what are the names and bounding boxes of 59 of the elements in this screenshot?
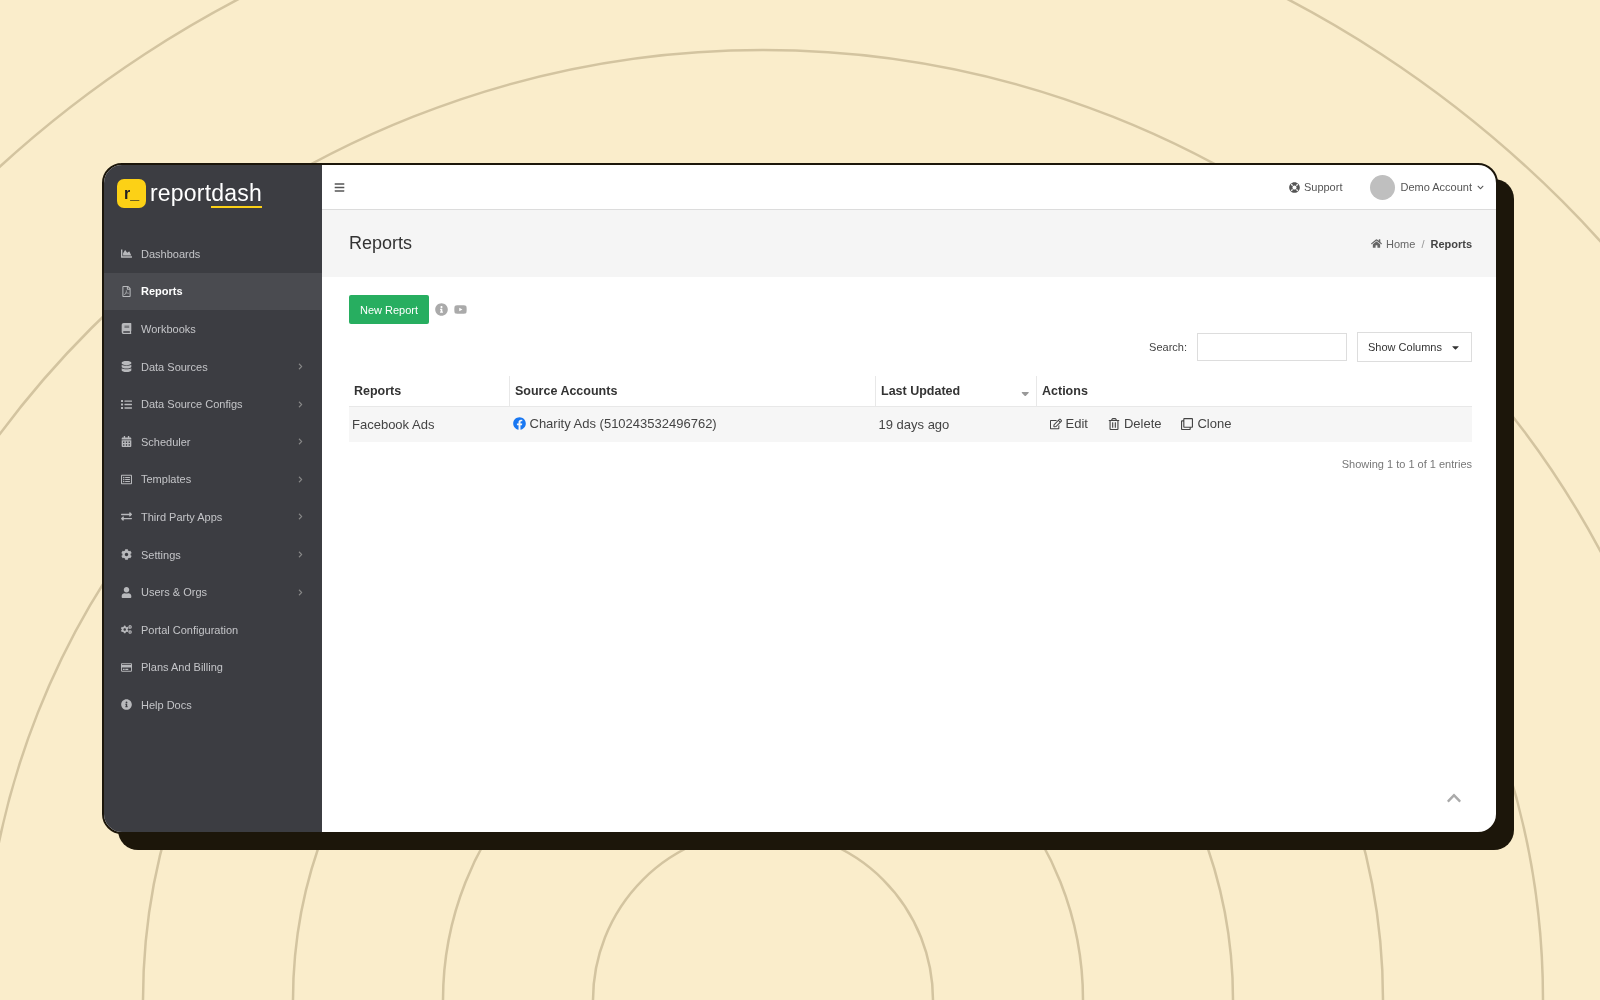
table-cell: Charity Ads (510243532496762) (529, 416, 717, 431)
info-icon[interactable] (435, 303, 449, 316)
edit-icon (1049, 417, 1062, 430)
menu-icon[interactable] (334, 181, 345, 193)
sidebar-item[interactable]: Settings (104, 535, 322, 574)
trash-icon (1107, 417, 1120, 430)
lifebuoy-icon (1288, 181, 1300, 193)
breadcrumb-current: Reports (1430, 237, 1472, 250)
sidebar-item[interactable]: Dashboards (104, 235, 322, 273)
book-icon (121, 323, 132, 335)
sidebar-item[interactable]: Portal Configuration (104, 610, 322, 649)
avatar-icon (1370, 174, 1396, 200)
sidebar-item[interactable]: Reports (104, 272, 322, 311)
info-icon (121, 699, 132, 711)
support-link[interactable]: Support (1288, 181, 1343, 193)
sidebar-item[interactable]: Data Sources (104, 347, 322, 386)
entries-info: Showing 1 to 1 of 1 entries (1340, 458, 1472, 470)
calendar-icon (121, 436, 132, 448)
settings-icon (121, 549, 132, 561)
arrows-icon (121, 511, 132, 523)
action-link[interactable]: Delete (1107, 416, 1162, 432)
document-icon (121, 285, 132, 297)
breadcrumb-separator: / (1421, 237, 1425, 250)
window-icon (121, 473, 132, 485)
breadcrumb-link[interactable]: Home (1371, 237, 1416, 250)
action-link[interactable]: Edit (1049, 416, 1088, 432)
facebook-icon (512, 417, 526, 430)
area-chart-icon (121, 248, 132, 260)
action-link[interactable]: Clone (1181, 416, 1232, 432)
home-icon (1371, 238, 1383, 249)
page-title: Reports (349, 233, 414, 254)
column-header[interactable]: Last Updated (881, 384, 961, 398)
gears-icon (121, 624, 132, 636)
sidebar-item[interactable]: Users & Orgs (104, 573, 322, 611)
column-header[interactable]: Source Accounts (515, 384, 618, 398)
sidebar-item[interactable]: Third Party Apps (104, 498, 322, 536)
show-columns-button[interactable]: Show Columns (1357, 332, 1472, 362)
logo-text: reportdash (150, 180, 262, 207)
database-icon (121, 361, 132, 373)
search-label: Search: (1149, 341, 1187, 353)
sidebar-item[interactable]: Templates (104, 460, 322, 499)
account-menu[interactable]: Demo Account (1370, 174, 1484, 200)
table-cell: 19 days ago (878, 417, 950, 432)
logo-mark: r_ (117, 179, 146, 208)
search-field[interactable] (1197, 333, 1347, 361)
clone-icon (1181, 417, 1194, 430)
sidebar-item[interactable]: Workbooks (104, 310, 322, 348)
column-header[interactable]: Reports (354, 384, 402, 398)
list-icon (121, 398, 132, 410)
sidebar-item[interactable]: Plans And Billing (104, 648, 322, 687)
sidebar-item[interactable]: Data Source Configs (104, 385, 322, 423)
column-header[interactable]: Actions (1042, 384, 1088, 398)
chevron-down-icon (1477, 183, 1484, 191)
user-icon (121, 586, 132, 598)
sidebar-item[interactable]: Help Docs (104, 686, 322, 724)
credit-card-icon (121, 661, 132, 673)
table-cell: Facebook Ads (352, 417, 435, 432)
video-icon[interactable] (454, 303, 468, 316)
sidebar-item[interactable]: Scheduler (104, 422, 322, 461)
